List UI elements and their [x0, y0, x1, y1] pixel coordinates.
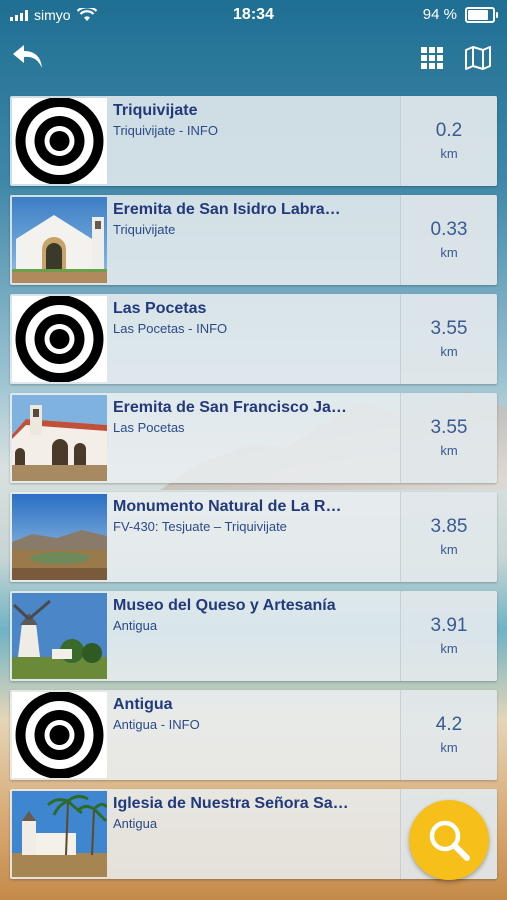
distance-box: 3.91 km: [400, 591, 497, 681]
back-button[interactable]: [10, 42, 48, 74]
distance-box: 0.33 km: [400, 195, 497, 285]
battery-percent: 94 %: [422, 6, 457, 23]
list-item[interactable]: Eremita de San Francisco Ja… Las Pocetas…: [10, 393, 497, 483]
grid-view-button[interactable]: [420, 46, 444, 70]
distance-value: 0.2: [435, 120, 463, 141]
distance-value: 3.55: [430, 417, 468, 438]
battery-icon: [465, 6, 498, 23]
distance-unit: km: [440, 641, 458, 656]
item-subtitle: FV-430: Tesjuate – Triquivijate: [113, 519, 287, 534]
distance-unit: km: [440, 344, 458, 359]
item-title: Museo del Queso y Artesanía: [113, 597, 336, 614]
distance-unit: km: [440, 245, 458, 260]
status-right: 94 %: [422, 6, 498, 23]
list-item[interactable]: Las Pocetas Las Pocetas - INFO 3.55 km: [10, 294, 497, 384]
item-subtitle: Antigua - INFO: [113, 717, 200, 732]
grid-icon: [421, 47, 443, 69]
item-title: Las Pocetas: [113, 300, 207, 317]
item-title: Iglesia de Nuestra Señora Sa…: [113, 795, 349, 812]
distance-unit: km: [440, 443, 458, 458]
distance-box: 0.2 km: [400, 96, 497, 186]
list-item[interactable]: Triquivijate Triquivijate - INFO 0.2 km: [10, 96, 497, 186]
distance-box: 4.2 km: [400, 690, 497, 780]
church-photo: [12, 791, 107, 877]
item-title: Eremita de San Isidro Labra…: [113, 201, 341, 218]
item-subtitle: Triquivijate: [113, 222, 176, 237]
target-icon: [12, 692, 107, 778]
places-list: Triquivijate Triquivijate - INFO 0.2 km …: [10, 96, 497, 888]
distance-value: 3.91: [430, 615, 468, 636]
item-subtitle: Las Pocetas: [113, 420, 185, 435]
chapel-photo: [12, 395, 107, 481]
item-subtitle: Triquivijate - INFO: [113, 123, 218, 138]
distance-unit: km: [440, 146, 458, 161]
search-icon: [429, 820, 470, 861]
item-subtitle: Antigua: [113, 618, 158, 633]
distance-unit: km: [440, 740, 458, 755]
list-item[interactable]: Antigua Antigua - INFO 4.2 km: [10, 690, 497, 780]
item-title: Monumento Natural de La R…: [113, 498, 342, 515]
list-item[interactable]: Museo del Queso y Artesanía Antigua 3.91…: [10, 591, 497, 681]
list-item[interactable]: Eremita de San Isidro Labra… Triquivijat…: [10, 195, 497, 285]
item-subtitle: Las Pocetas - INFO: [113, 321, 228, 336]
distance-unit: km: [440, 542, 458, 557]
windmill-photo: [12, 593, 107, 679]
toolbar: [0, 36, 507, 82]
item-title: Triquivijate: [113, 102, 198, 119]
distance-value: 3.55: [430, 318, 468, 339]
landscape-photo: [12, 494, 107, 580]
distance-box: 3.55 km: [400, 294, 497, 384]
target-icon: [12, 98, 107, 184]
distance-value: 3.85: [430, 516, 468, 537]
chapel-photo: [12, 197, 107, 283]
distance-value: 4.2: [435, 714, 463, 735]
distance-box: 3.55 km: [400, 393, 497, 483]
search-button[interactable]: [409, 800, 489, 880]
item-title: Eremita de San Francisco Ja…: [113, 399, 347, 416]
distance-value: 0.33: [430, 219, 468, 240]
map-icon: [465, 46, 491, 70]
back-arrow-icon: [13, 45, 42, 68]
distance-box: 3.85 km: [400, 492, 497, 582]
target-icon: [12, 296, 107, 382]
item-title: Antigua: [113, 696, 173, 713]
item-subtitle: Antigua: [113, 816, 158, 831]
map-view-button[interactable]: [464, 46, 492, 70]
status-bar: simyo 18:34 94 %: [0, 0, 507, 32]
list-item[interactable]: Monumento Natural de La R… FV-430: Tesju…: [10, 492, 497, 582]
